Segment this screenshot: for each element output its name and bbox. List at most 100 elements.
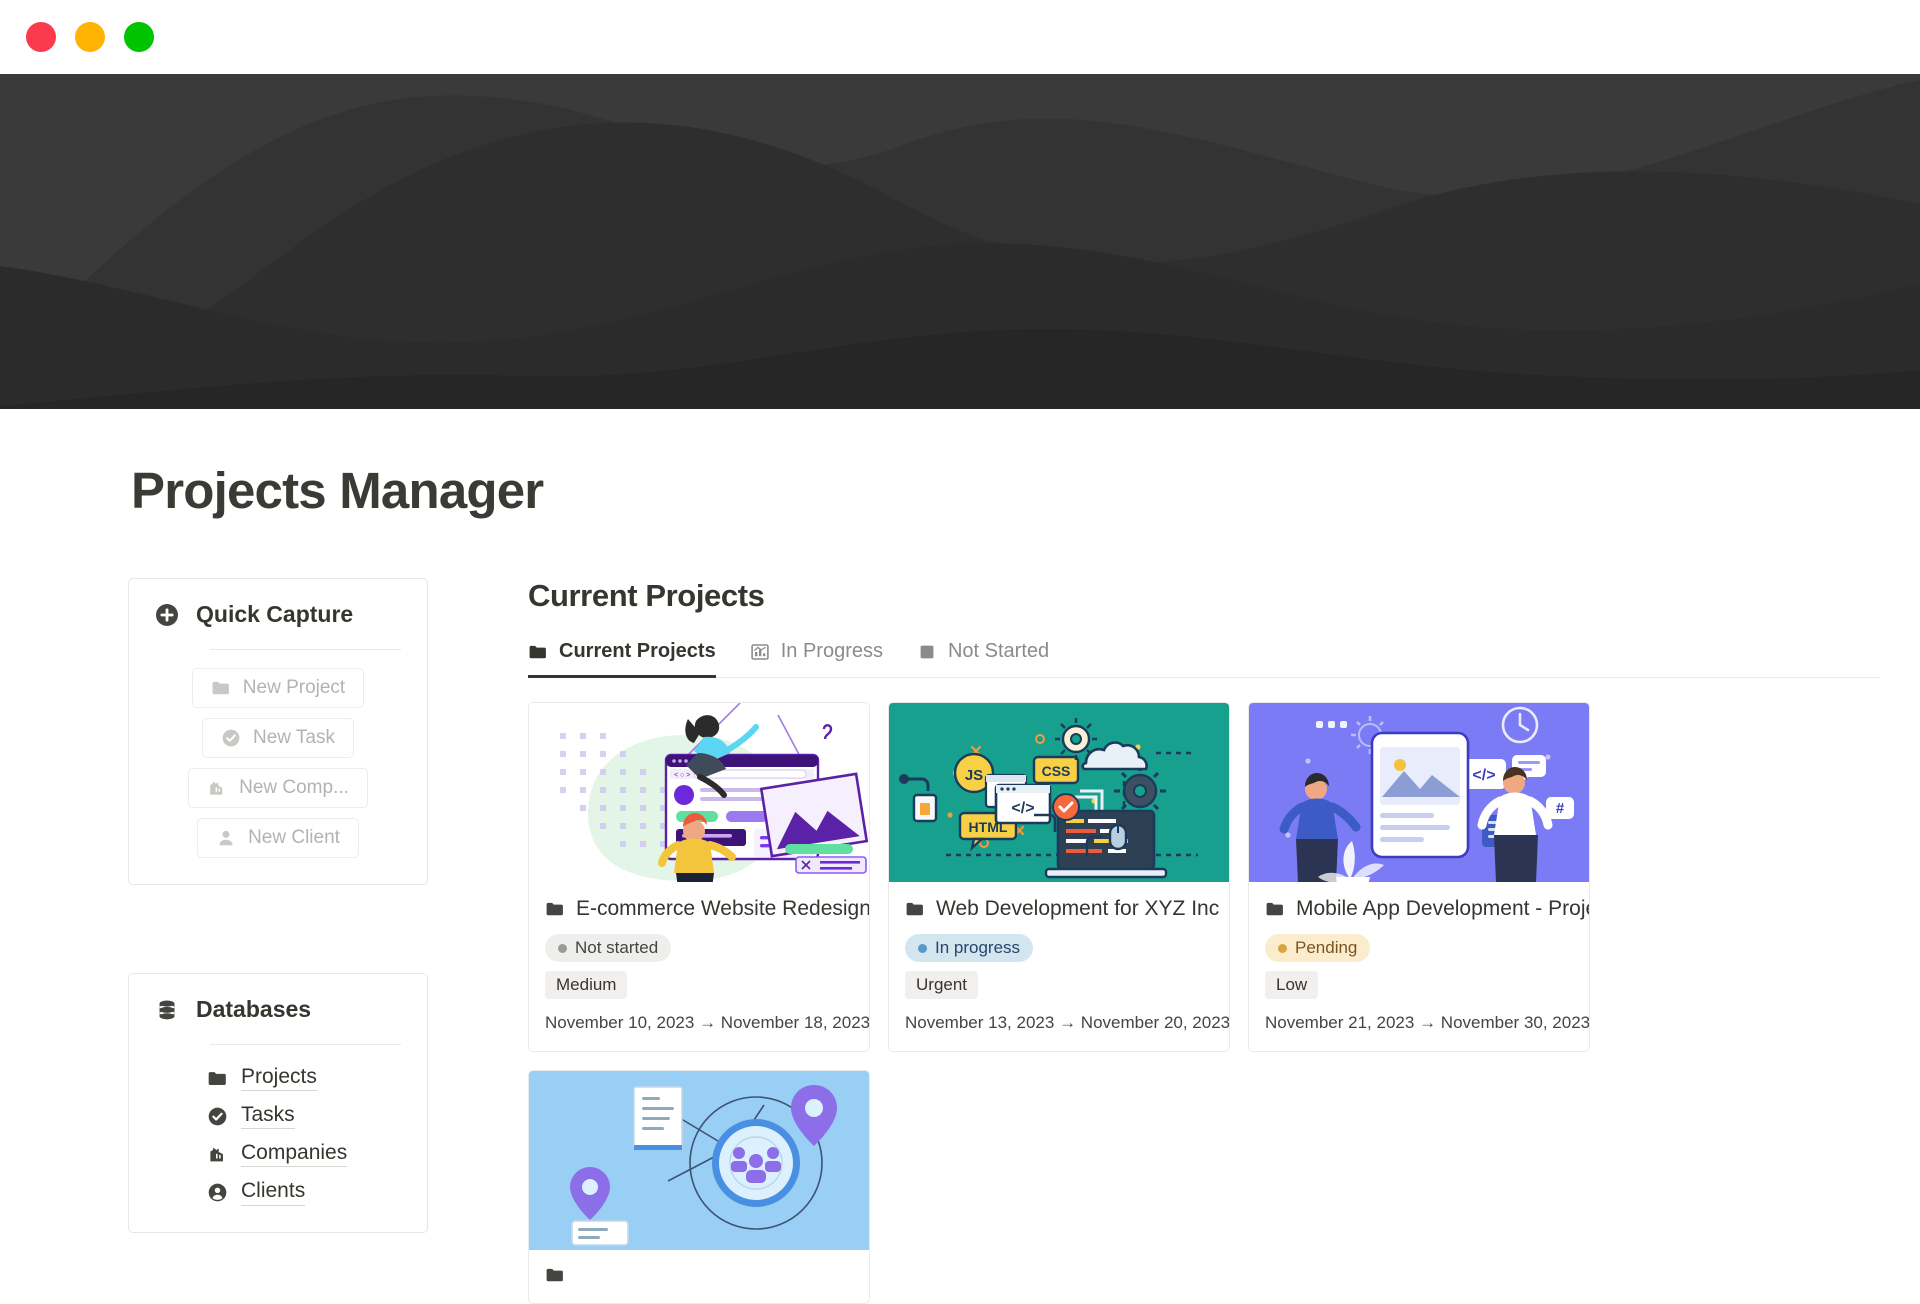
svg-text:< ○ >: < ○ > <box>674 772 690 779</box>
status-badge-label: In progress <box>935 938 1020 958</box>
project-card-date-separator: → <box>1419 1013 1436 1032</box>
folder-icon <box>545 1265 565 1285</box>
status-dot-icon <box>1278 944 1287 953</box>
status-badge: Pending <box>1265 934 1370 962</box>
project-card-body: E-commerce Website Redesign Not started … <box>529 882 869 1051</box>
new-project-button[interactable]: New Project <box>192 668 364 708</box>
project-card-date-end: November 20, 2023 <box>1081 1013 1230 1032</box>
maximize-window-button[interactable] <box>124 22 154 52</box>
tab-not-started-label: Not Started <box>948 640 1049 663</box>
minimize-window-button[interactable] <box>75 22 105 52</box>
mobile-app-illustration: </> # <box>1249 703 1589 882</box>
project-card-body <box>529 1250 869 1303</box>
folder-icon <box>207 1068 228 1089</box>
database-item-clients-label: Clients <box>241 1179 305 1205</box>
new-client-button[interactable]: New Client <box>197 818 359 858</box>
status-badge: Not started <box>545 934 671 962</box>
close-window-button[interactable] <box>26 22 56 52</box>
status-dot-icon <box>918 944 927 953</box>
quick-capture-button-list: New Project New Task New Comp... <box>155 668 401 858</box>
project-card-body: Web Development for XYZ Inc In progress … <box>889 882 1229 1051</box>
css-badge: CSS <box>1034 757 1078 783</box>
folder-icon <box>528 642 548 662</box>
network-team-illustration <box>529 1071 869 1250</box>
chart-icon <box>750 642 770 662</box>
project-card-title: Mobile App Development - ProjectX <box>1296 897 1590 921</box>
tab-in-progress-label: In Progress <box>781 640 883 663</box>
page-columns: Quick Capture New Project New Ta <box>0 578 1920 1304</box>
project-card-date-start: November 13, 2023 <box>905 1013 1054 1032</box>
folder-icon <box>1265 899 1285 919</box>
new-project-label: New Project <box>243 677 345 699</box>
project-card-cover: JS CSS HTML </> <box>889 703 1229 882</box>
project-card[interactable] <box>528 1070 870 1304</box>
svg-text:JS: JS <box>965 767 983 784</box>
square-icon <box>917 642 937 662</box>
priority-badge: Medium <box>545 971 627 999</box>
person-icon <box>216 828 236 848</box>
quick-capture-title: Quick Capture <box>196 601 353 628</box>
project-card-badges: Not started Medium <box>545 934 853 999</box>
svg-text:CSS: CSS <box>1042 763 1071 779</box>
project-card[interactable]: < ○ > <box>528 702 870 1052</box>
databases-divider <box>210 1044 401 1045</box>
database-item-tasks-label: Tasks <box>241 1103 295 1129</box>
project-card-title: Web Development for XYZ Inc <box>936 897 1219 921</box>
quick-capture-header: Quick Capture <box>155 601 401 628</box>
svg-text:</>: </> <box>1011 800 1034 817</box>
databases-link-list: Projects Tasks Companies <box>155 1065 401 1206</box>
project-card-date-separator: → <box>1059 1013 1076 1032</box>
project-card-badges: In progress Urgent <box>905 934 1213 999</box>
database-icon <box>155 998 179 1022</box>
databases-panel: Databases Projects Tasks <box>128 973 428 1233</box>
database-item-tasks[interactable]: Tasks <box>207 1103 401 1129</box>
page-content: Projects Manager Quick Capture <box>0 461 1920 1304</box>
page-title: Projects Manager <box>131 461 1920 520</box>
quick-capture-divider <box>210 649 401 650</box>
project-view-tabs: Current Projects In Progress <box>528 640 1880 678</box>
project-card-cover: </> # <box>1249 703 1589 882</box>
priority-badge: Low <box>1265 971 1318 999</box>
project-card-grid: < ○ > <box>528 702 1880 1304</box>
project-card-title-row: E-commerce Website Redesign <box>545 897 853 921</box>
priority-badge-label: Medium <box>556 975 616 995</box>
priority-badge-label: Low <box>1276 975 1307 995</box>
status-dot-icon <box>558 944 567 953</box>
tab-not-started[interactable]: Not Started <box>917 640 1049 677</box>
priority-badge: Urgent <box>905 971 978 999</box>
building-icon <box>207 1144 228 1165</box>
database-item-companies[interactable]: Companies <box>207 1141 401 1167</box>
project-card-dates: November 10, 2023 → November 18, 2023 <box>545 1013 853 1033</box>
section-title: Current Projects <box>528 578 1880 614</box>
tab-current-projects-label: Current Projects <box>559 640 716 663</box>
project-card[interactable]: JS CSS HTML </> <box>888 702 1230 1052</box>
project-card-title-row: Mobile App Development - ProjectX <box>1265 897 1573 921</box>
coding-illustration: JS CSS HTML </> <box>889 703 1229 882</box>
new-task-button[interactable]: New Task <box>202 718 354 758</box>
folder-icon <box>905 899 925 919</box>
project-card-title-row: Web Development for XYZ Inc <box>905 897 1213 921</box>
project-card-date-start: November 21, 2023 <box>1265 1013 1414 1032</box>
banner-wave-graphic <box>0 74 1920 409</box>
project-card-date-end: November 18, 2023 <box>721 1013 870 1032</box>
databases-header: Databases <box>155 996 401 1023</box>
tab-in-progress[interactable]: In Progress <box>750 640 883 677</box>
check-circle-icon <box>207 1106 228 1127</box>
project-card-title-row <box>545 1265 853 1285</box>
status-badge-label: Pending <box>1295 938 1357 958</box>
project-card-badges: Pending Low <box>1265 934 1573 999</box>
web-design-illustration: < ○ > <box>529 703 869 882</box>
svg-text:</>: </> <box>1472 767 1495 784</box>
new-company-button[interactable]: New Comp... <box>188 768 368 808</box>
project-card[interactable]: </> # <box>1248 702 1590 1052</box>
new-company-label: New Comp... <box>239 777 349 799</box>
folder-icon <box>545 899 565 919</box>
tab-current-projects[interactable]: Current Projects <box>528 640 716 677</box>
status-badge-label: Not started <box>575 938 658 958</box>
database-item-projects[interactable]: Projects <box>207 1065 401 1091</box>
folder-icon <box>211 678 231 698</box>
database-item-clients[interactable]: Clients <box>207 1179 401 1205</box>
new-task-label: New Task <box>253 727 335 749</box>
status-badge: In progress <box>905 934 1033 962</box>
page-cover-banner <box>0 74 1920 409</box>
